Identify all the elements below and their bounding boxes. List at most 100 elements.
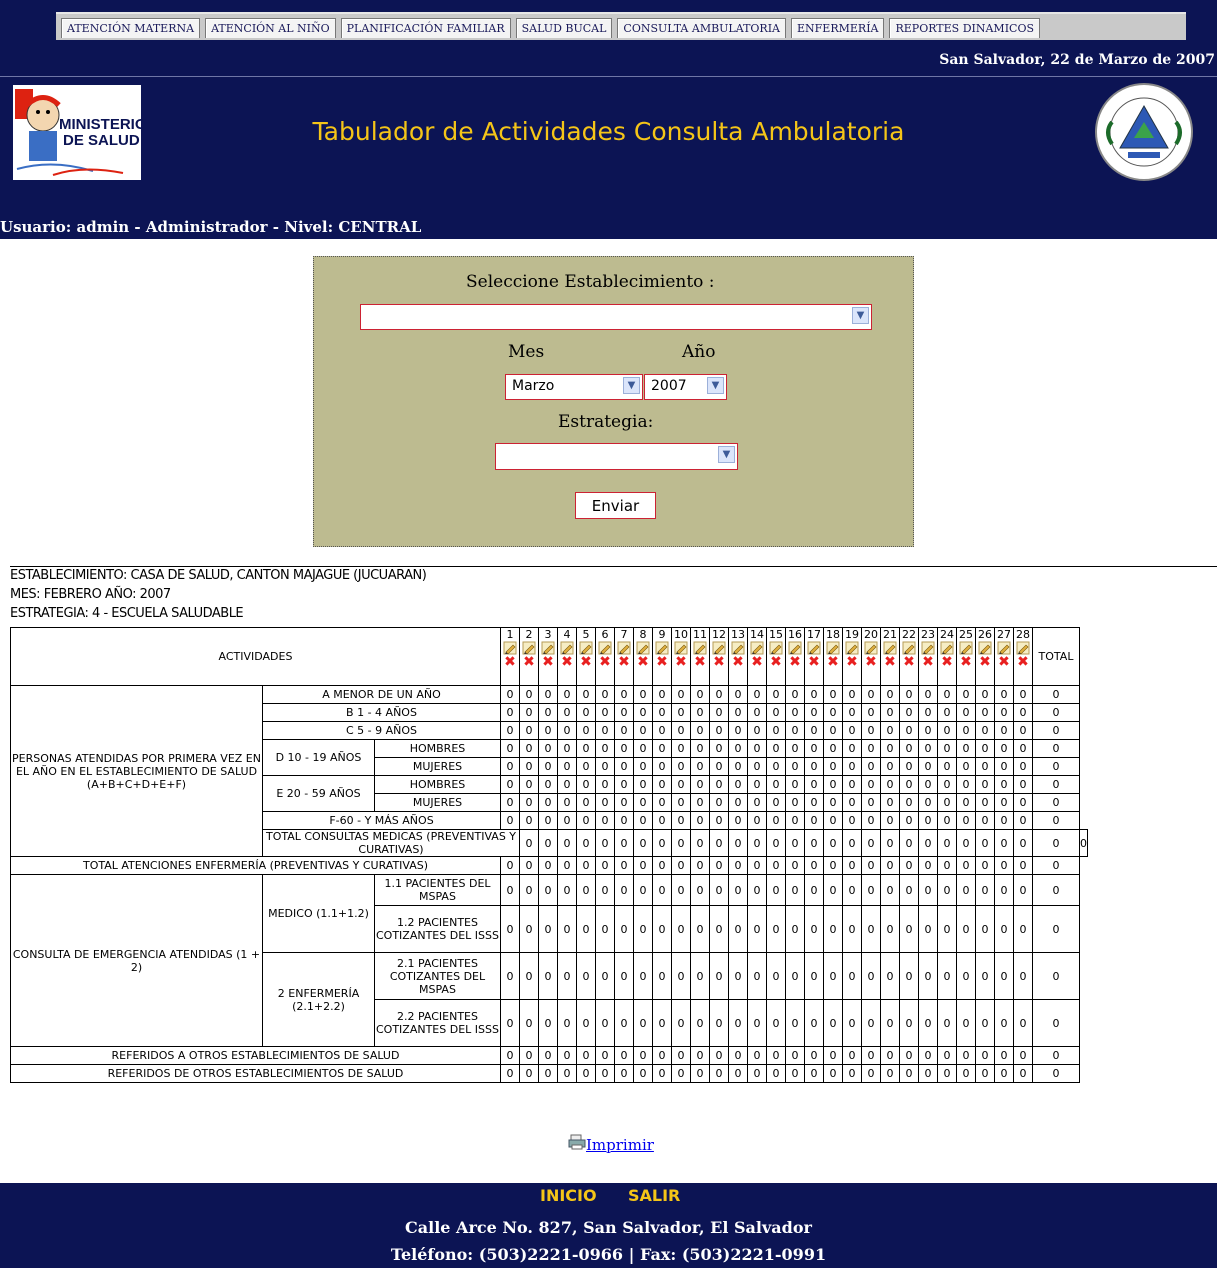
day-value-cell: 0	[576, 874, 596, 906]
edit-pencil-icon[interactable]	[940, 641, 954, 655]
delete-x-icon[interactable]: ✖	[502, 655, 519, 669]
delete-x-icon[interactable]: ✖	[730, 655, 747, 669]
edit-pencil-icon[interactable]	[712, 641, 726, 655]
delete-x-icon[interactable]: ✖	[1015, 655, 1032, 669]
edit-pencil-icon[interactable]	[674, 641, 688, 655]
edit-pencil-icon[interactable]	[579, 641, 593, 655]
print-link[interactable]: Imprimir	[568, 1136, 654, 1154]
edit-pencil-icon[interactable]	[617, 641, 631, 655]
tab-reportes-dinamicos[interactable]: REPORTES DINAMICOS	[889, 18, 1041, 38]
delete-x-icon[interactable]: ✖	[863, 655, 880, 669]
delete-x-icon[interactable]: ✖	[521, 655, 538, 669]
day-value-cell: 0	[766, 721, 786, 740]
day-value-cell: 0	[671, 1046, 691, 1065]
edit-pencil-icon[interactable]	[864, 641, 878, 655]
delete-x-icon[interactable]: ✖	[977, 655, 994, 669]
edit-pencil-icon[interactable]	[997, 641, 1011, 655]
tab-salud-bucal[interactable]: SALUD BUCAL	[515, 18, 613, 38]
delete-x-icon[interactable]: ✖	[844, 655, 861, 669]
delete-x-icon[interactable]: ✖	[825, 655, 842, 669]
edit-pencil-icon[interactable]	[788, 641, 802, 655]
delete-x-icon[interactable]: ✖	[882, 655, 899, 669]
delete-x-icon[interactable]: ✖	[939, 655, 956, 669]
submit-button[interactable]: Enviar	[575, 492, 656, 519]
tab-planificacion-familiar[interactable]: PLANIFICACIÓN FAMILIAR	[340, 18, 511, 38]
mes-select[interactable]: Marzo ▼	[505, 374, 643, 400]
day-value-cell: 0	[956, 874, 976, 906]
day-value-cell: 0	[994, 829, 1014, 857]
day-value-cell: 0	[690, 999, 710, 1047]
edit-pencil-icon[interactable]	[826, 641, 840, 655]
edit-pencil-icon[interactable]	[1016, 641, 1030, 655]
delete-x-icon[interactable]: ✖	[711, 655, 728, 669]
day-value-cell: 0	[595, 1064, 615, 1083]
edit-pencil-icon[interactable]	[503, 641, 517, 655]
day-value-cell: 0	[823, 793, 843, 812]
delete-x-icon[interactable]: ✖	[749, 655, 766, 669]
edit-pencil-icon[interactable]	[883, 641, 897, 655]
delete-x-icon[interactable]: ✖	[654, 655, 671, 669]
day-value-cell: 0	[500, 1064, 520, 1083]
edit-pencil-icon[interactable]	[541, 641, 555, 655]
edit-pencil-icon[interactable]	[769, 641, 783, 655]
delete-x-icon[interactable]: ✖	[635, 655, 652, 669]
delete-x-icon[interactable]: ✖	[901, 655, 918, 669]
delete-x-icon[interactable]: ✖	[559, 655, 576, 669]
edit-pencil-icon[interactable]	[560, 641, 574, 655]
day-value-cell: 0	[747, 905, 767, 953]
delete-x-icon[interactable]: ✖	[578, 655, 595, 669]
day-value-cell: 0	[576, 685, 596, 704]
edit-pencil-icon[interactable]	[902, 641, 916, 655]
row-label: REFERIDOS DE OTROS ESTABLECIMIENTOS DE S…	[10, 1064, 501, 1083]
delete-x-icon[interactable]: ✖	[768, 655, 785, 669]
delete-x-icon[interactable]: ✖	[540, 655, 557, 669]
edit-pencil-icon[interactable]	[522, 641, 536, 655]
edit-pencil-icon[interactable]	[750, 641, 764, 655]
edit-pencil-icon[interactable]	[655, 641, 669, 655]
tab-atencion-materna[interactable]: ATENCIÓN MATERNA	[61, 18, 201, 38]
day-value-cell: 0	[1013, 829, 1033, 857]
inicio-button[interactable]: INICIO	[540, 1186, 597, 1205]
day-value-cell: 0	[671, 1064, 691, 1083]
delete-x-icon[interactable]: ✖	[996, 655, 1013, 669]
salir-button[interactable]: SALIR	[628, 1186, 680, 1205]
establecimiento-select[interactable]: ▼	[360, 304, 872, 330]
delete-x-icon[interactable]: ✖	[616, 655, 633, 669]
edit-pencil-icon[interactable]	[978, 641, 992, 655]
day-value-cell: 0	[728, 775, 748, 794]
day-value-cell: 0	[652, 856, 672, 875]
tab-consulta-ambulatoria[interactable]: CONSULTA AMBULATORIA	[617, 18, 787, 38]
day-value-cell: 0	[937, 952, 957, 1000]
edit-pencil-icon[interactable]	[598, 641, 612, 655]
day-number: 26	[978, 628, 992, 642]
page-header: MINISTERIO DE SALUD Tabulador de Activid…	[0, 77, 1217, 187]
edit-pencil-icon[interactable]	[731, 641, 745, 655]
edit-pencil-icon[interactable]	[921, 641, 935, 655]
delete-x-icon[interactable]: ✖	[597, 655, 614, 669]
delete-x-icon[interactable]: ✖	[673, 655, 690, 669]
day-value-cell: 0	[956, 757, 976, 776]
day-value-cell: 0	[519, 952, 539, 1000]
delete-x-icon[interactable]: ✖	[920, 655, 937, 669]
edit-pencil-icon[interactable]	[959, 641, 973, 655]
delete-x-icon[interactable]: ✖	[958, 655, 975, 669]
day-value-cell: 0	[690, 811, 710, 830]
day-value-cell: 0	[633, 775, 653, 794]
estrategia-select[interactable]: ▼	[495, 443, 738, 470]
tab-atencion-nino[interactable]: ATENCIÓN AL NIÑO	[205, 18, 336, 38]
day-value-cell: 0	[633, 703, 653, 722]
edit-pencil-icon[interactable]	[845, 641, 859, 655]
tab-enfermeria[interactable]: ENFERMERÍA	[791, 18, 885, 38]
table-row: CONSULTA DE EMERGENCIA ATENDIDAS (1 + 2)…	[10, 874, 1088, 1047]
delete-x-icon[interactable]: ✖	[692, 655, 709, 669]
day-value-cell: 0	[557, 775, 577, 794]
day-value-cell: 0	[880, 775, 900, 794]
delete-x-icon[interactable]: ✖	[787, 655, 804, 669]
anio-select[interactable]: 2007 ▼	[644, 374, 727, 400]
day-value-cell: 0	[614, 856, 634, 875]
edit-pencil-icon[interactable]	[693, 641, 707, 655]
edit-pencil-icon[interactable]	[636, 641, 650, 655]
delete-x-icon[interactable]: ✖	[806, 655, 823, 669]
edit-pencil-icon[interactable]	[807, 641, 821, 655]
day-header: 1 ✖	[500, 627, 520, 686]
